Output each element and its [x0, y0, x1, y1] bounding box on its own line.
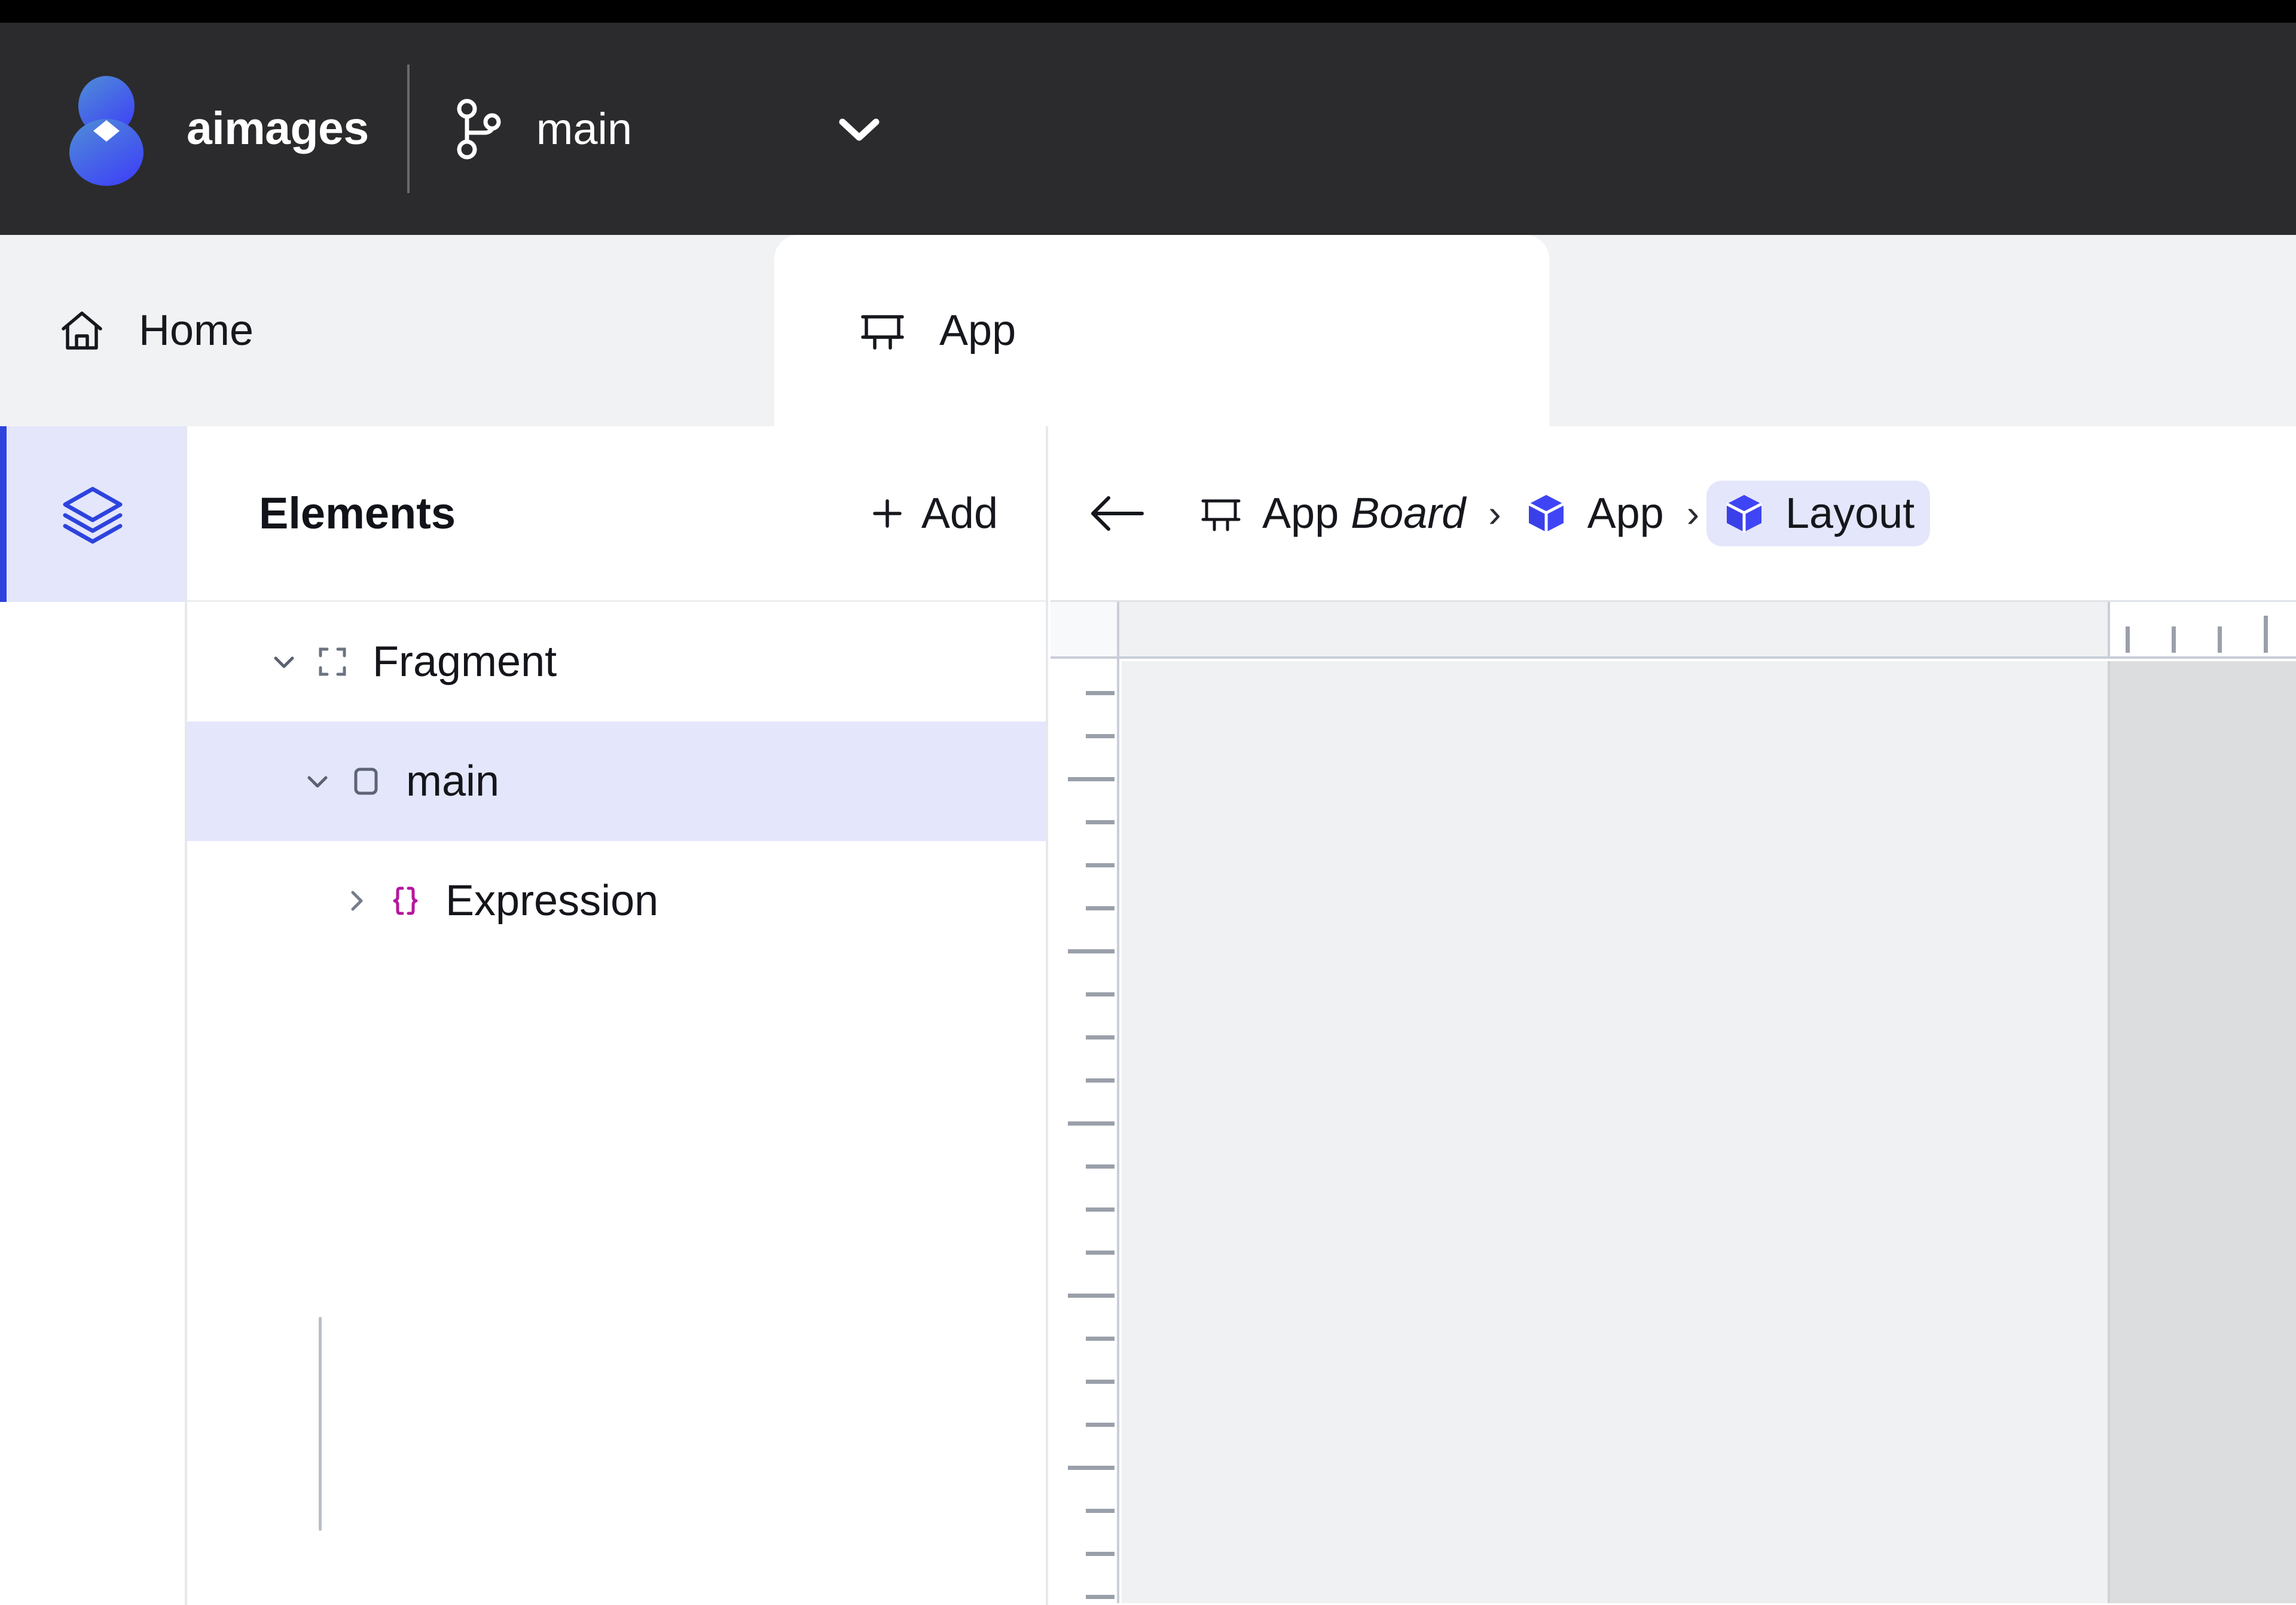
artboard-right[interactable] [2108, 661, 2296, 1603]
tree-row[interactable]: Fragment [187, 602, 1046, 722]
ruler-tick [1068, 1121, 1115, 1126]
ruler-tick [1086, 1423, 1115, 1427]
avatar-diamond-logo-icon [55, 72, 158, 186]
ruler-tick [2172, 626, 2176, 653]
ruler-tick [1086, 734, 1115, 738]
branch-name: main [536, 104, 633, 154]
tree-row[interactable]: main [187, 722, 1046, 841]
ruler-tick [1068, 1466, 1115, 1470]
ruler-tick [1086, 992, 1115, 996]
breadcrumb-label-emphasis: Board [1351, 489, 1466, 537]
breadcrumb-separator: › [1488, 491, 1501, 535]
breadcrumb-label: App [1262, 489, 1351, 537]
topbar-divider [407, 65, 410, 193]
add-element-label: Add [921, 489, 998, 537]
tree-node-label: Fragment [373, 638, 557, 686]
tab-app[interactable]: App [774, 235, 1549, 426]
git-branch-icon [454, 98, 505, 160]
cube-icon [1722, 491, 1766, 536]
ruler-tick [1086, 1509, 1115, 1513]
board-icon [1199, 491, 1243, 536]
back-button[interactable] [1079, 477, 1152, 550]
tab-strip: Home App [0, 235, 2296, 426]
add-element-button[interactable]: Add [869, 489, 998, 538]
tab-home[interactable]: Home [0, 235, 311, 426]
tree-node-label: main [406, 757, 500, 805]
ruler-tick [1086, 1078, 1115, 1083]
canvas-stage[interactable] [1051, 602, 2296, 1603]
breadcrumb: App Board › App › Layout [1051, 426, 2296, 602]
app-window: aimages main Home App Elements Add Fragm… [0, 0, 2296, 1605]
ruler-tick [1086, 1595, 1115, 1599]
ruler-tick [2218, 626, 2222, 653]
tree-node-label: Expression [445, 877, 659, 925]
ruler-tick [1086, 1251, 1115, 1255]
ruler-tick [1068, 1294, 1115, 1298]
ruler-corner [1051, 602, 1119, 659]
breadcrumb-label: App [1587, 489, 1664, 537]
tree-indent-guide [319, 1317, 322, 1531]
artboard-left[interactable] [1122, 661, 2108, 1603]
tab-app-label: App [939, 307, 1016, 354]
cube-icon [1524, 491, 1568, 536]
sidebar-item-layers[interactable] [0, 426, 185, 602]
ruler-tick [1086, 820, 1115, 824]
elements-panel-header: Elements Add [187, 426, 1046, 602]
element-tree: Fragment main Expression [187, 602, 1046, 1531]
board-icon [858, 306, 907, 355]
branch-selector[interactable]: main [454, 98, 889, 160]
home-icon [57, 306, 106, 355]
tree-row[interactable]: Expression [187, 841, 1046, 961]
ruler-tick [1086, 906, 1115, 910]
workspace: Elements Add Fragment main Expression Ap… [0, 426, 2296, 1605]
ruler-tick [2264, 616, 2268, 653]
breadcrumb-separator: › [1686, 491, 1699, 535]
fragment-brackets-icon [313, 642, 352, 681]
ruler-tick [1086, 863, 1115, 867]
arrow-left-icon [1085, 490, 1147, 537]
breadcrumb-item-app[interactable]: App [1509, 481, 1680, 546]
left-icon-rail [0, 426, 187, 1605]
ruler-tick [1086, 1380, 1115, 1384]
ruler-tick [1086, 1164, 1115, 1169]
horizontal-ruler-right[interactable] [2108, 602, 2296, 659]
breadcrumb-item-app-board[interactable]: App Board [1183, 481, 1481, 546]
ruler-tick [1086, 1035, 1115, 1040]
canvas-region: App Board › App › Layout [1051, 426, 2296, 1605]
horizontal-ruler-left[interactable] [1119, 602, 2108, 659]
chevron-down-icon[interactable] [300, 763, 335, 799]
breadcrumb-label: Layout [1785, 489, 1915, 537]
brand-name: aimages [187, 103, 369, 154]
tab-home-label: Home [139, 307, 254, 354]
rect-outline-icon [346, 762, 386, 801]
ruler-tick [1086, 1337, 1115, 1341]
ruler-tick [1068, 949, 1115, 953]
breadcrumb-item-layout[interactable]: Layout [1706, 480, 1931, 546]
brand-block[interactable]: aimages [0, 23, 369, 235]
vertical-ruler[interactable] [1051, 659, 1119, 1603]
ruler-tick [1086, 1552, 1115, 1556]
chevron-down-icon[interactable] [829, 111, 889, 147]
curly-braces-icon [386, 881, 425, 921]
elements-panel: Elements Add Fragment main Expression [187, 426, 1048, 1605]
plus-icon [869, 495, 906, 532]
ruler-tick [1086, 691, 1115, 695]
os-title-strip [0, 0, 2296, 23]
ruler-tick [1086, 1207, 1115, 1212]
ruler-tick [2126, 626, 2130, 653]
chevron-right-icon[interactable] [339, 883, 375, 919]
chevron-down-icon[interactable] [266, 644, 302, 680]
ruler-tick [1068, 777, 1115, 781]
layers-icon [57, 478, 129, 550]
top-bar: aimages main [0, 23, 2296, 235]
page-title: Elements [259, 488, 456, 538]
